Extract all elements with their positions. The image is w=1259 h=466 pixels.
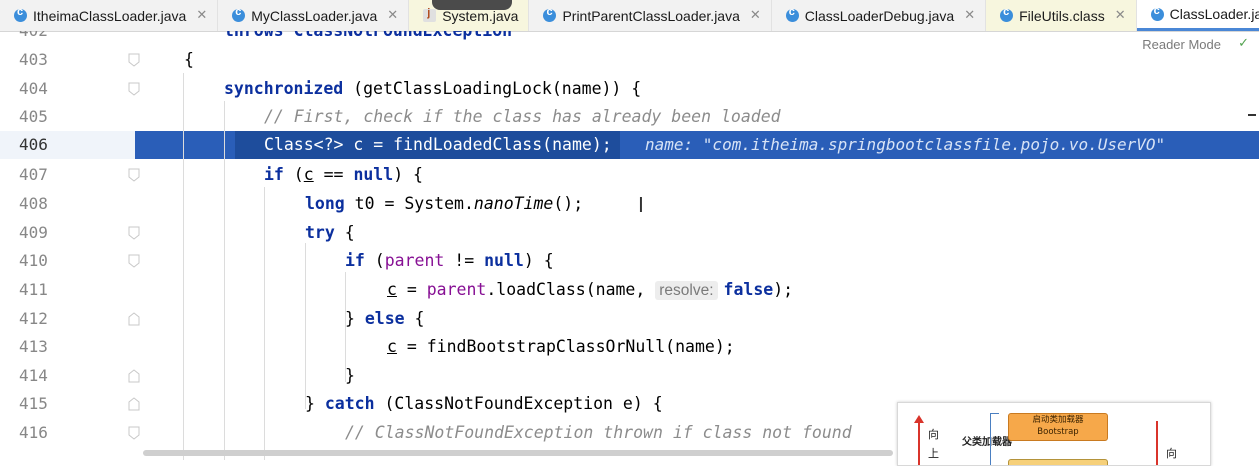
extension-loader-box: [1008, 459, 1108, 465]
down-arrow-line: [1156, 421, 1158, 465]
fold-icon[interactable]: [128, 254, 140, 268]
class-icon: [1000, 6, 1014, 22]
code-line: 409 try {: [0, 219, 1259, 247]
code-text: if (parent != null) {: [345, 251, 554, 270]
tab-fileutils[interactable]: FileUtils.class ✕: [986, 0, 1137, 31]
line-number: 403: [19, 50, 48, 69]
diagram-label: 向: [928, 428, 939, 441]
code-line: 402 throws ClassNotFoundException: [0, 31, 1259, 45]
code-line: 405 // First, check if the class has alr…: [0, 103, 1259, 131]
tab-classloader[interactable]: ClassLoader.java ✕: [1136, 0, 1259, 31]
tab-my-classloader[interactable]: MyClassLoader.java ✕: [218, 0, 410, 31]
scroll-marker: [1248, 114, 1256, 116]
editor-tab-bar: ItheimaClassLoader.java ✕ MyClassLoader.…: [0, 0, 1259, 32]
close-icon[interactable]: ✕: [196, 8, 207, 23]
class-icon: [232, 6, 246, 22]
fold-icon[interactable]: [128, 226, 140, 240]
fold-icon[interactable]: [128, 369, 140, 383]
line-number: 416: [19, 423, 48, 442]
code-line: 408 long t0 = System.nanoTime();: [0, 190, 1259, 218]
line-number: 407: [19, 165, 48, 184]
close-icon[interactable]: ✕: [750, 8, 761, 23]
code-text: try {: [305, 223, 355, 242]
code-text: Class<?> c = findLoadedClass(name);: [264, 135, 612, 154]
line-number: 409: [19, 223, 48, 242]
diagram-bracket: [990, 413, 999, 465]
close-icon[interactable]: ✕: [1115, 8, 1126, 23]
line-number: 408: [19, 194, 48, 213]
parent-loader-label: 父类加载器: [962, 437, 1012, 448]
line-number: 405: [19, 107, 48, 126]
bootstrap-en-label: Bootstrap: [1037, 427, 1079, 437]
line-number: 414: [19, 366, 48, 385]
class-icon: [543, 6, 557, 22]
code-text: synchronized (getClassLoadingLock(name))…: [224, 79, 642, 98]
tab-label: ItheimaClassLoader.java: [33, 7, 187, 24]
line-number: 410: [19, 251, 48, 270]
line-number: 404: [19, 79, 48, 98]
overlay-tooltip: [432, 0, 512, 10]
diagram-label: 向: [1166, 447, 1177, 460]
line-number: 415: [19, 394, 48, 413]
fold-icon[interactable]: [128, 426, 140, 440]
code-line: 404 synchronized (getClassLoadingLock(na…: [0, 75, 1259, 103]
line-number: 413: [19, 337, 48, 356]
tab-label: FileUtils.class: [1019, 7, 1105, 24]
up-arrow-line: [918, 421, 920, 465]
class-icon: [1150, 5, 1164, 21]
code-text: if (c == null) {: [264, 165, 423, 184]
line-number: 402: [19, 31, 79, 45]
code-text: } else {: [345, 309, 425, 328]
horizontal-scrollbar[interactable]: [143, 450, 893, 456]
reader-mode-button[interactable]: Reader Mode: [1142, 37, 1221, 52]
fold-icon[interactable]: [128, 168, 140, 182]
bootstrap-cn-label: 启动类加载器: [1032, 415, 1084, 425]
tab-classloader-debug[interactable]: ClassLoaderDebug.java ✕: [772, 0, 987, 31]
line-number: 412: [19, 309, 48, 328]
text-cursor-icon: I: [638, 193, 644, 217]
code-text: }: [345, 366, 355, 385]
code-line: 411 c = parent.loadClass(name, resolve: f…: [0, 276, 1259, 304]
tab-print-parent-classloader[interactable]: PrintParentClassLoader.java ✕: [529, 0, 772, 31]
tab-label: ClassLoaderDebug.java: [804, 7, 955, 24]
code-text: c = findBootstrapClassOrNull(name);: [387, 337, 735, 356]
code-text: {: [184, 50, 194, 69]
code-line: 414 }: [0, 362, 1259, 390]
code-text: long t0 = System.nanoTime();: [305, 194, 584, 213]
java-file-icon: [423, 7, 437, 22]
line-number: 406: [19, 135, 48, 154]
code-editor[interactable]: 402 throws ClassNotFoundException 403 { …: [0, 31, 1259, 460]
class-icon: [14, 6, 27, 22]
parameter-hint: resolve:: [655, 281, 718, 300]
fold-icon[interactable]: [128, 312, 140, 326]
fold-icon[interactable]: [128, 397, 140, 411]
check-icon: ✓: [1238, 36, 1249, 51]
tab-label: PrintParentClassLoader.java: [562, 7, 740, 24]
code-line: 403 {: [0, 46, 1259, 74]
close-icon[interactable]: ✕: [964, 8, 975, 23]
diagram-label: 上: [928, 447, 939, 460]
code-text: } catch (ClassNotFoundException e) {: [305, 394, 663, 413]
code-line: 410 if (parent != null) {: [0, 247, 1259, 275]
debug-inline-value: name: "com.itheima.springbootclassfile.p…: [645, 135, 1166, 154]
classloader-diagram-overlay: 向 上 父类加载器 启动类加载器 Bootstrap 向: [897, 402, 1211, 466]
close-icon[interactable]: ✕: [387, 8, 398, 23]
code-line: 413 c = findBootstrapClassOrNull(name);: [0, 333, 1259, 361]
tab-label: MyClassLoader.java: [251, 7, 378, 24]
code-comment: // First, check if the class has already…: [264, 107, 781, 126]
code-comment: // ClassNotFoundException thrown if clas…: [345, 423, 852, 442]
code-line: 412 } else {: [0, 305, 1259, 333]
tab-label: ClassLoader.java: [1169, 6, 1259, 22]
line-number: 411: [19, 280, 48, 299]
bootstrap-loader-box: 启动类加载器 Bootstrap: [1008, 413, 1108, 441]
fold-icon[interactable]: [128, 82, 140, 96]
code-text: throws ClassNotFoundException: [224, 31, 512, 45]
tab-itheima-classloader[interactable]: ItheimaClassLoader.java ✕: [0, 0, 219, 31]
code-line: 407 if (c == null) {: [0, 161, 1259, 189]
fold-icon[interactable]: [128, 53, 140, 67]
code-text: c = parent.loadClass(name, resolve: false…: [387, 280, 794, 300]
class-icon: [785, 6, 799, 22]
